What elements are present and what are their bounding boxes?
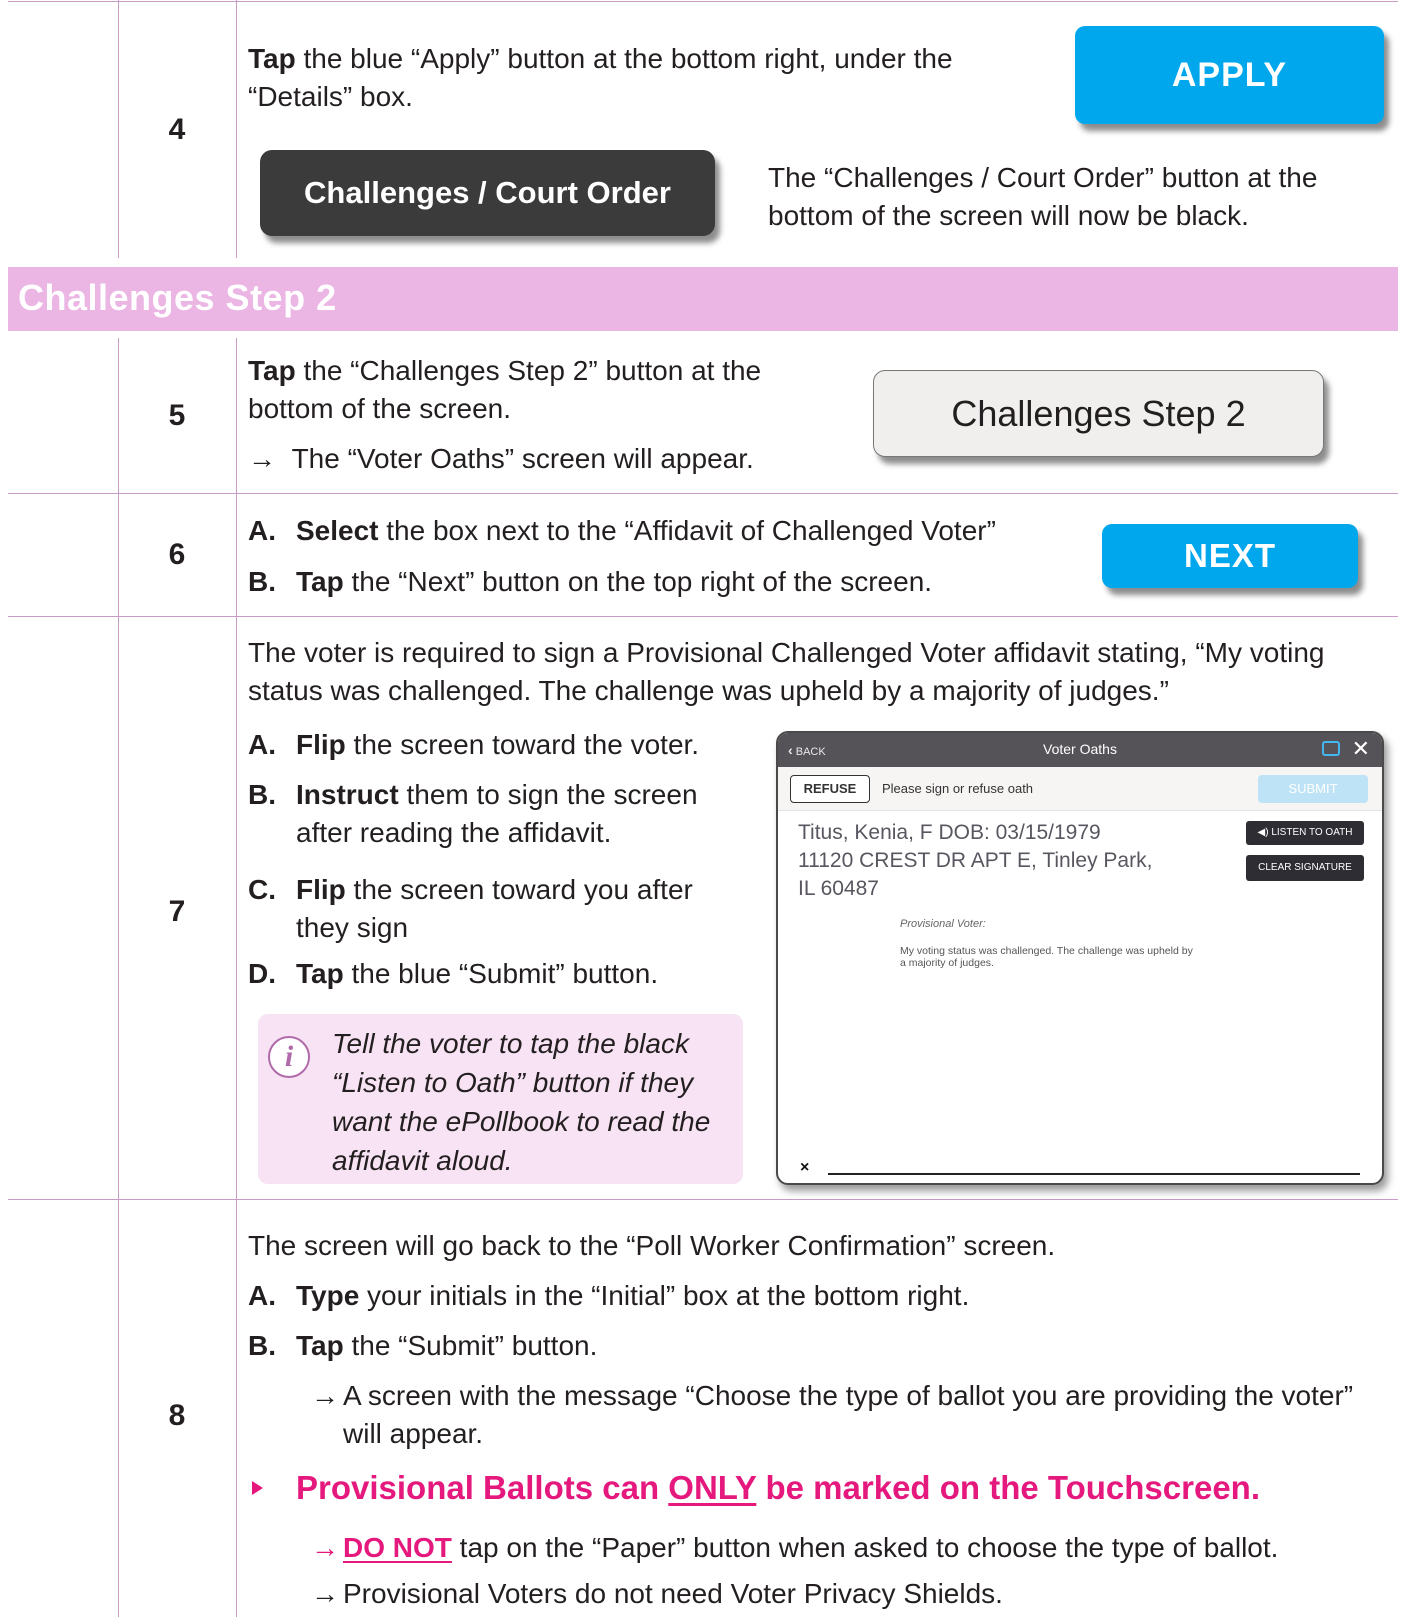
rule-step6-step7 <box>8 616 1398 617</box>
verb: Type <box>296 1280 360 1311</box>
verb: Tap <box>296 1330 344 1361</box>
oath-prompt: Please sign or refuse oath <box>882 781 1034 796</box>
warning-emphasis: ONLY <box>668 1469 757 1506</box>
step7-b: Instruct them to sign the screen after r… <box>296 776 736 852</box>
voter-address: 11120 CREST DR APT E, Tinley Park, <box>798 849 1153 872</box>
step8-b: Tap the “Submit” button. <box>296 1327 1296 1365</box>
warning-text: be marked on the Touchscreen. <box>756 1469 1261 1506</box>
rule-step7-step8 <box>8 1199 1398 1200</box>
step8-sub2: Provisional Voters do not need Voter Pri… <box>343 1578 1003 1609</box>
step6-b: Tap the “Next” button on the top right o… <box>296 563 1056 601</box>
chat-icon[interactable] <box>1322 741 1340 756</box>
step-number: 7 <box>168 895 186 928</box>
arrow-icon: → <box>311 1380 339 1411</box>
list-label: B. <box>248 779 276 810</box>
instruction-text: the “Next” button on the top right of th… <box>343 566 933 597</box>
list-label: A. <box>248 729 276 760</box>
step8-sub1: DO NOT tap on the “Paper” button when as… <box>343 1529 1393 1567</box>
step8-intro: The screen will go back to the “Poll Wor… <box>248 1230 1056 1261</box>
step6-a: Select the box next to the “Affidavit of… <box>296 512 1056 550</box>
screen-title: Voter Oaths <box>1043 741 1117 757</box>
step-number: 4 <box>168 113 186 146</box>
arrow-icon: → <box>311 1532 339 1563</box>
note-text: Tell the voter to tap the black “Listen … <box>332 1028 711 1176</box>
close-icon[interactable]: ✕ <box>1352 736 1370 762</box>
step7-d: Tap the blue “Submit” button. <box>296 955 736 993</box>
instruction-text: your initials in the “Initial” box at th… <box>359 1280 970 1311</box>
voter-city-zip: IL 60487 <box>798 877 879 900</box>
list-label: B. <box>248 1330 276 1361</box>
step-number: 5 <box>168 399 186 432</box>
step5-instruction: Tap the “Challenges Step 2” button at th… <box>248 352 818 428</box>
voter-name-dob: Titus, Kenia, F DOB: 03/15/1979 <box>798 821 1101 844</box>
verb: Tap <box>248 355 296 386</box>
instruction-text: the screen toward you after they sign <box>296 874 693 943</box>
instruction-text: the box next to the “Affidavit of Challe… <box>378 515 996 546</box>
signature-line[interactable] <box>828 1173 1360 1175</box>
instruction-text: the blue “Submit” button. <box>343 958 659 989</box>
step8-b-result: A screen with the message “Choose the ty… <box>343 1380 1354 1449</box>
step8-a: Type your initials in the “Initial” box … <box>296 1277 1296 1315</box>
col-divider-2 <box>236 338 237 1617</box>
warning-text: Provisional Ballots can <box>296 1469 669 1506</box>
do-not-text: DO NOT <box>343 1532 452 1563</box>
provisional-affidavit-text: My voting status was challenged. The cha… <box>900 945 1193 969</box>
instruction-text: the blue “Apply” button at the bottom ri… <box>248 43 953 112</box>
step7-intro: The voter is required to sign a Provisio… <box>248 637 1325 706</box>
verb: Tap <box>296 566 344 597</box>
list-label: C. <box>248 874 276 905</box>
instruction-text: the screen toward the voter. <box>345 729 700 760</box>
provisional-heading: Provisional Voter: <box>900 918 986 930</box>
col-divider-2 <box>236 0 237 258</box>
voter-oaths-screenshot: ‹ BACK Voter Oaths ✕ REFUSE Please sign … <box>776 731 1384 1185</box>
list-label: B. <box>248 566 276 597</box>
verb: Select <box>296 515 379 546</box>
submit-button[interactable]: SUBMIT <box>1258 775 1368 803</box>
next-button[interactable]: NEXT <box>1102 524 1358 588</box>
step5-result: → The “Voter Oaths” screen will appear. <box>248 440 818 478</box>
step-number: 6 <box>168 538 186 571</box>
clear-signature-button[interactable]: CLEAR SIGNATURE <box>1246 855 1364 881</box>
instruction-text: tap on the “Paper” button when asked to … <box>451 1532 1279 1563</box>
signature-x: × <box>800 1159 810 1176</box>
list-label: A. <box>248 515 276 546</box>
instruction-text: the “Challenges Step 2” button at the bo… <box>248 355 762 424</box>
step4-instruction: Tap the blue “Apply” button at the botto… <box>248 40 1048 116</box>
bullet-triangle-icon <box>252 1481 263 1495</box>
arrow-icon: → <box>248 443 276 474</box>
app-header: ‹ BACK Voter Oaths ✕ <box>778 733 1382 767</box>
apply-button[interactable]: APPLY <box>1075 26 1384 124</box>
step4-result: The “Challenges / Court Order” button at… <box>768 162 1318 231</box>
info-note: i Tell the voter to tap the black “Liste… <box>258 1014 743 1184</box>
result-text: The “Voter Oaths” screen will appear. <box>291 443 754 474</box>
provisional-warning: Provisional Ballots can ONLY be marked o… <box>296 1466 1386 1510</box>
step7-c: Flip the screen toward you after they si… <box>296 871 736 947</box>
list-label: A. <box>248 1280 276 1311</box>
challenges-court-order-button[interactable]: Challenges / Court Order <box>260 150 715 236</box>
list-label: D. <box>248 958 276 989</box>
info-icon: i <box>268 1036 310 1078</box>
step7-a: Flip the screen toward the voter. <box>296 726 756 764</box>
rule-step5-step6 <box>8 493 1398 494</box>
verb: Instruct <box>296 779 399 810</box>
arrow-icon: → <box>311 1578 339 1609</box>
challenges-step-2-button[interactable]: Challenges Step 2 <box>873 370 1324 457</box>
section-title: Challenges Step 2 <box>18 277 337 318</box>
oath-toolbar: REFUSE Please sign or refuse oath SUBMIT <box>778 767 1382 811</box>
refuse-button[interactable]: REFUSE <box>790 775 870 803</box>
section-header: Challenges Step 2 <box>8 267 1398 331</box>
do-not-emphasis: DO NOT <box>343 1532 452 1563</box>
instruction-text: the “Submit” button. <box>343 1330 598 1361</box>
rule-top <box>8 1 1398 2</box>
voter-info: Titus, Kenia, F DOB: 03/15/1979 11120 CR… <box>798 819 1178 903</box>
verb: Tap <box>248 43 296 74</box>
verb: Flip <box>296 874 346 905</box>
verb: Tap <box>296 958 344 989</box>
step-number: 8 <box>168 1399 186 1432</box>
listen-to-oath-button[interactable]: ◀) LISTEN TO OATH <box>1246 821 1364 845</box>
verb: Flip <box>296 729 346 760</box>
